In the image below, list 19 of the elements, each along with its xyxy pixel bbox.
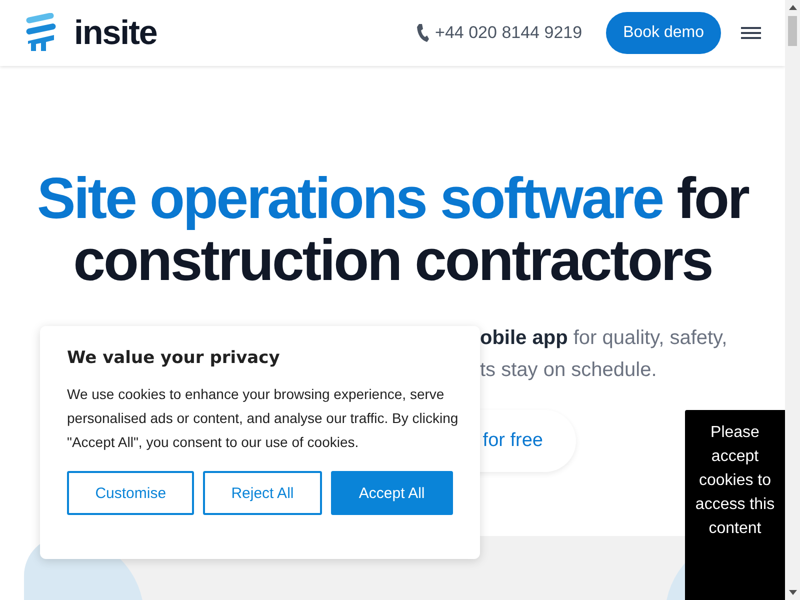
logo-text[interactable]: insite [74,14,157,52]
cookie-notice: Please accept cookies to access this content [685,410,785,600]
scroll-down-icon[interactable] [789,590,797,595]
phone-icon [416,23,430,43]
hero-headline: Site operations software for construction contractors [36,168,750,292]
dialog-text: We use cookies to enhance your browsing experience, serve personalised ads or content, and analyse our traffic. By clicking "Accept All", you consent to our use of cookies. [67,385,460,452]
cookie-button[interactable]: Reject All [203,471,322,515]
phone-number[interactable]: +44 020 8144 9219 [435,23,582,43]
cookie-button[interactable]: Customise [67,471,194,515]
cookie-button[interactable]: Accept All [330,471,453,515]
hero-subtitle-line: ts stay on schedule. [480,358,658,383]
logo-icon[interactable] [24,13,58,53]
scroll-up-icon[interactable] [789,5,797,10]
menu-icon[interactable] [741,25,761,41]
scrollbar-thumb[interactable] [788,16,797,46]
scrollbar[interactable] [785,0,800,600]
dialog-title: We value your privacy [67,348,281,368]
hero-subtitle-line: obile app for quality, safety, [480,326,728,351]
book-demo-button[interactable]: Book demo [606,12,721,54]
